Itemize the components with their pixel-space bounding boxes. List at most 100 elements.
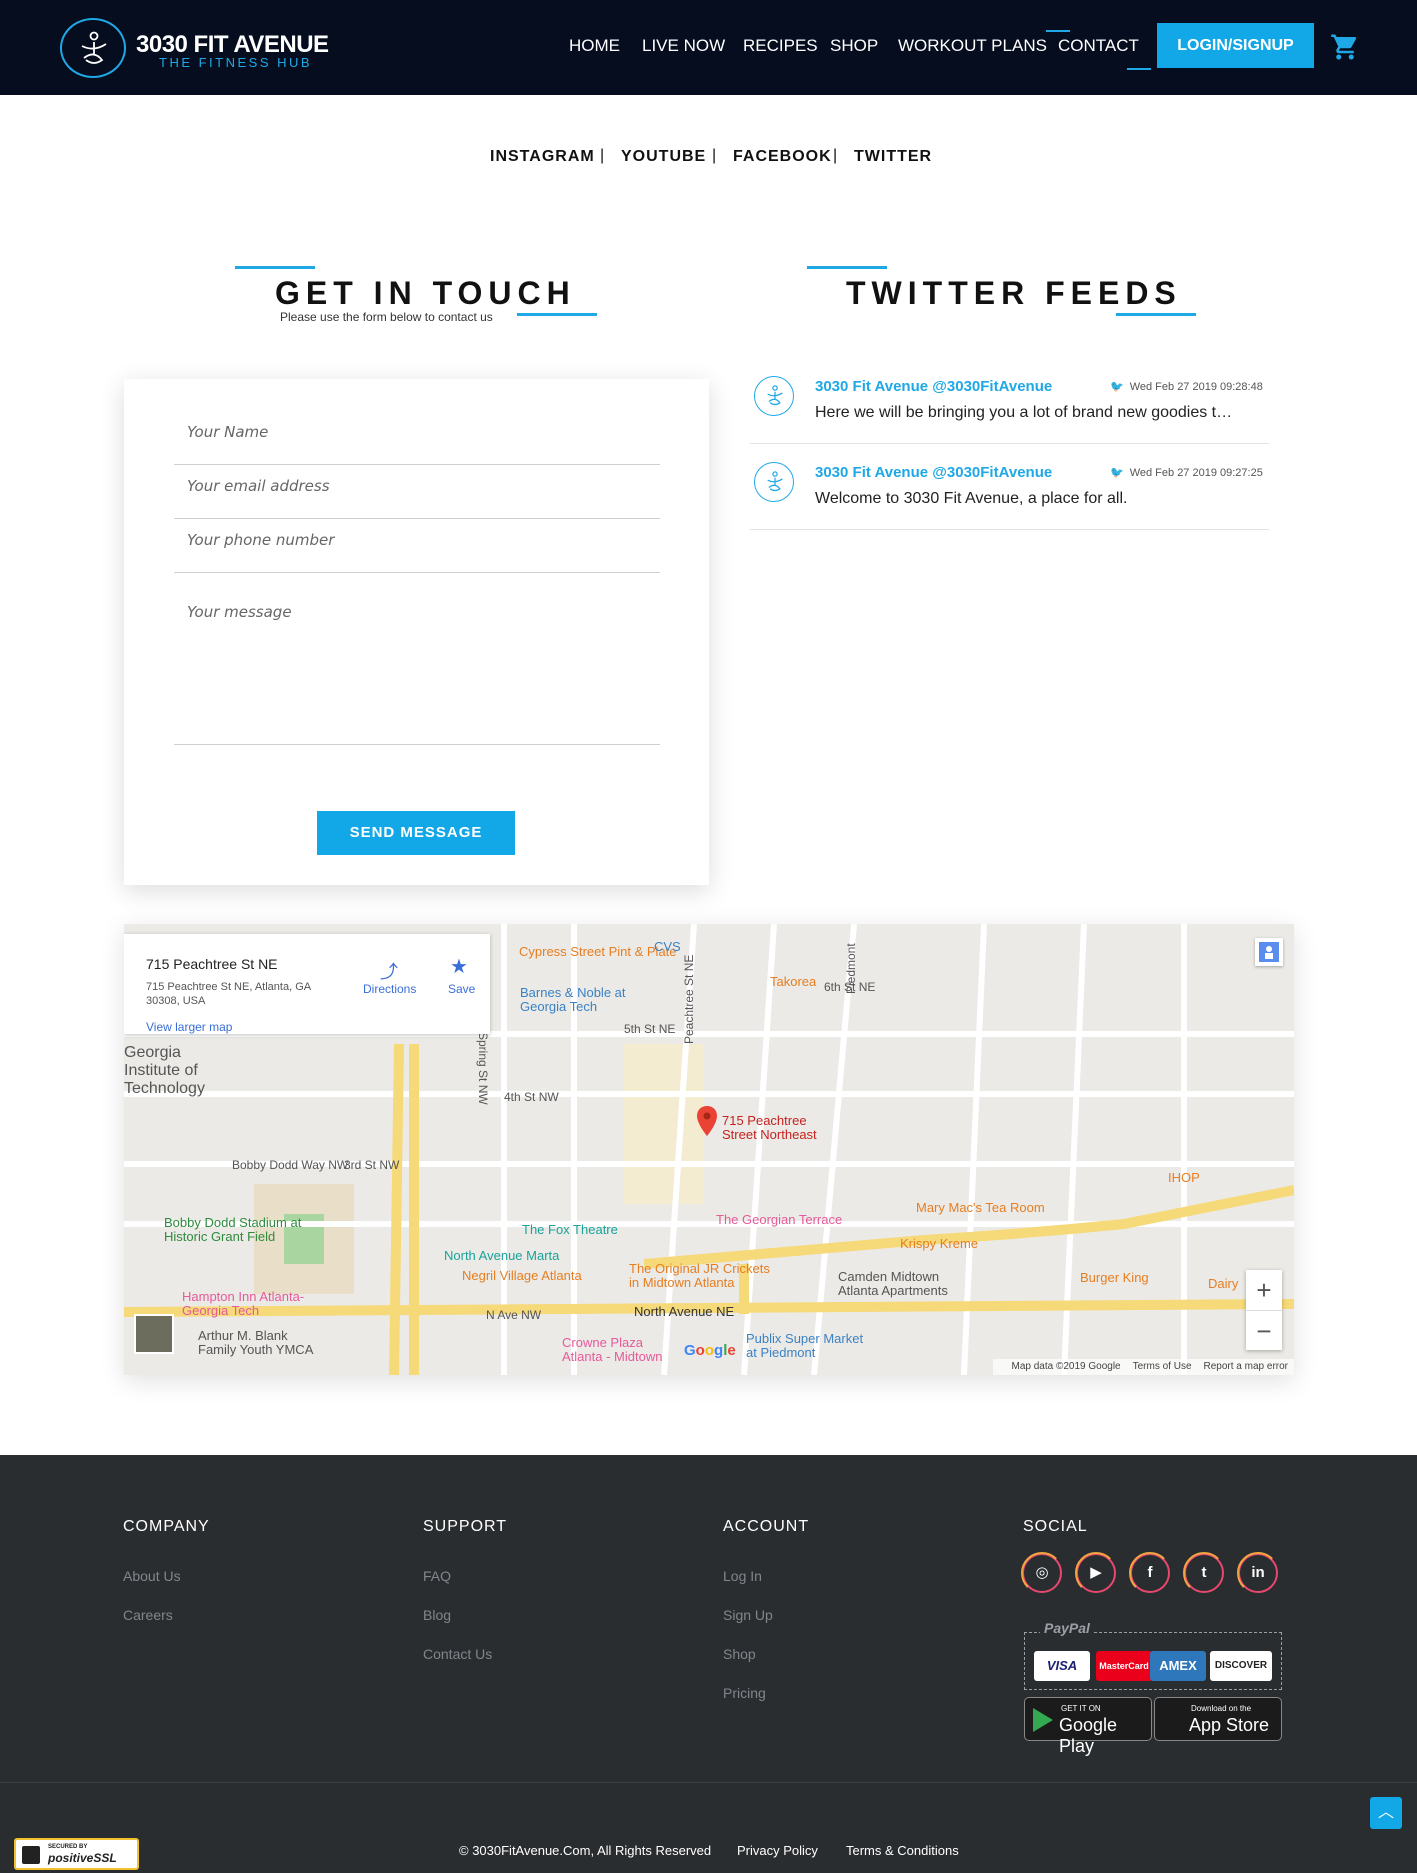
save-link[interactable]: Save [448, 982, 475, 996]
facebook-icon[interactable]: f [1130, 1553, 1170, 1593]
footer-link-about[interactable]: About Us [123, 1568, 181, 1584]
poi-label[interactable]: Publix Super Market at Piedmont [746, 1332, 866, 1360]
twitter-icon[interactable]: t [1184, 1553, 1224, 1593]
tweet-item[interactable]: 3030 Fit Avenue @3030FitAvenue 🐦 Wed Feb … [750, 444, 1269, 530]
poi-label[interactable]: Takorea [770, 974, 816, 989]
nav-shop[interactable]: SHOP [830, 36, 878, 56]
poi-label[interactable]: Hampton Inn Atlanta-Georgia Tech [182, 1290, 322, 1318]
footer-link-faq[interactable]: FAQ [423, 1568, 451, 1584]
tweet-text: Here we will be bringing you a lot of br… [815, 404, 1233, 421]
satellite-thumbnail[interactable] [134, 1314, 174, 1354]
road-label: North Avenue NE [634, 1304, 735, 1319]
poi-label[interactable]: The Georgian Terrace [716, 1212, 842, 1227]
email-input[interactable] [174, 477, 660, 495]
nav-live-now[interactable]: LIVE NOW [642, 36, 725, 56]
instagram-icon[interactable]: ◎ [1022, 1553, 1062, 1593]
title-accent-line [517, 313, 597, 316]
road-label: Peachtree St NE [682, 954, 696, 1044]
linkedin-icon[interactable]: in [1238, 1553, 1278, 1593]
poi-label[interactable]: Camden Midtown Atlanta Apartments [838, 1270, 968, 1298]
cart-icon[interactable] [1330, 32, 1360, 67]
nav-home[interactable]: HOME [569, 36, 620, 56]
nav-recipes[interactable]: RECIPES [743, 36, 818, 56]
street-view-pegman-icon[interactable] [1255, 938, 1283, 966]
title-accent-line [807, 266, 887, 269]
scroll-to-top-button[interactable]: ︿ [1370, 1797, 1402, 1829]
footer-link-login[interactable]: Log In [723, 1568, 762, 1584]
youtube-icon[interactable]: ▶ [1076, 1553, 1116, 1593]
amex-logo: AMEX [1150, 1651, 1206, 1681]
directions-icon[interactable]: ⤴ [380, 958, 398, 984]
terms-conditions-link[interactable]: Terms & Conditions [846, 1843, 959, 1858]
poi-label[interactable]: Mary Mac's Tea Room [916, 1200, 1045, 1215]
poi-label[interactable]: North Avenue Marta [444, 1248, 559, 1263]
footer-link-blog[interactable]: Blog [423, 1607, 451, 1623]
location-marker-icon[interactable] [697, 1106, 717, 1136]
tweet-item[interactable]: 3030 Fit Avenue @3030FitAvenue 🐦 Wed Feb … [750, 358, 1269, 444]
message-input[interactable] [174, 603, 660, 711]
poi-label[interactable]: The Original JR Crickets in Midtown Atla… [629, 1262, 779, 1290]
nav-workout-plans[interactable]: WORKOUT PLANS [898, 36, 1047, 56]
google-play-icon [1033, 1708, 1053, 1732]
poi-label[interactable]: Crowne Plaza Atlanta - Midtown [562, 1336, 682, 1364]
poi-label[interactable]: Dairy [1208, 1276, 1238, 1291]
nav-contact[interactable]: CONTACT [1046, 30, 1151, 70]
privacy-policy-link[interactable]: Privacy Policy [737, 1843, 818, 1858]
email-field[interactable] [174, 477, 660, 519]
separator: | [833, 147, 838, 164]
message-field[interactable] [174, 603, 660, 745]
social-link-twitter[interactable]: TWITTER [854, 148, 932, 166]
poi-label[interactable]: Burger King [1080, 1270, 1149, 1285]
name-field[interactable] [174, 423, 660, 465]
poi-label[interactable]: Georgia Institute of Technology [124, 1044, 205, 1098]
zoom-in-button[interactable]: + [1246, 1270, 1282, 1310]
poi-label[interactable]: Krispy Kreme [900, 1236, 978, 1251]
footer-link-careers[interactable]: Careers [123, 1607, 173, 1623]
tweet-date-text: Wed Feb 27 2019 09:28:48 [1129, 381, 1263, 393]
contact-title: GET IN TOUCH [275, 275, 576, 311]
footer-bottom-bar: SECURED BY positiveSSL © 3030FitAvenue.C… [0, 1782, 1417, 1873]
view-larger-map-link[interactable]: View larger map [146, 1020, 232, 1034]
poi-label[interactable]: Barnes & Noble at Georgia Tech [520, 986, 640, 1014]
app-store-badge[interactable]: Download on the App Store [1154, 1697, 1282, 1741]
google-play-badge[interactable]: GET IT ON Google Play [1024, 1697, 1152, 1756]
send-message-button[interactable]: SEND MESSAGE [317, 811, 515, 855]
poi-label[interactable]: IHOP [1168, 1170, 1200, 1185]
location-map[interactable]: Cypress Street Pint & Plate CVS Takorea … [124, 924, 1294, 1375]
name-input[interactable] [174, 423, 660, 441]
poi-label[interactable]: Arthur M. Blank Family Youth YMCA [198, 1329, 328, 1357]
zoom-out-button[interactable]: − [1246, 1310, 1282, 1350]
social-link-instagram[interactable]: INSTAGRAM [490, 148, 595, 166]
footer-link-pricing[interactable]: Pricing [723, 1685, 766, 1701]
poi-label[interactable]: CVS [654, 939, 681, 954]
phone-input[interactable] [174, 531, 660, 549]
ssl-badge[interactable]: SECURED BY positiveSSL [14, 1838, 139, 1870]
footer-link-shop[interactable]: Shop [723, 1646, 756, 1662]
tweet-author[interactable]: 3030 Fit Avenue @3030FitAvenue [815, 464, 1052, 481]
report-map-error-link[interactable]: Report a map error [1204, 1361, 1288, 1372]
terms-of-use-link[interactable]: Terms of Use [1133, 1361, 1192, 1372]
social-link-facebook[interactable]: FACEBOOK [733, 148, 832, 166]
map-info-address: 715 Peachtree St NE, Atlanta, GA 30308, … [146, 981, 311, 1007]
save-star-icon[interactable]: ★ [450, 954, 468, 979]
poi-label[interactable]: Cypress Street Pint & Plate [519, 944, 677, 959]
tweet-author[interactable]: 3030 Fit Avenue @3030FitAvenue [815, 378, 1052, 395]
poi-label[interactable]: Negril Village Atlanta [462, 1268, 582, 1283]
footer-link-signup[interactable]: Sign Up [723, 1607, 773, 1623]
poi-label[interactable]: The Fox Theatre [522, 1222, 618, 1237]
site-header: 3030 FIT AVENUE THE FITNESS HUB HOME LIV… [0, 0, 1417, 95]
phone-field[interactable] [174, 531, 660, 573]
road-label: Spring St NW [476, 1032, 490, 1105]
social-link-youtube[interactable]: YOUTUBE [621, 148, 706, 166]
poi-label[interactable]: Bobby Dodd Stadium at Historic Grant Fie… [164, 1216, 314, 1244]
paypal-logo: PayPal [1040, 1620, 1094, 1636]
directions-link[interactable]: Directions [363, 982, 416, 996]
login-signup-button[interactable]: LOGIN/SIGNUP [1157, 23, 1314, 68]
store-big-text: App Store [1189, 1715, 1270, 1735]
map-info-card: 715 Peachtree St NE 715 Peachtree St NE,… [124, 934, 490, 1034]
road-label: Piedmont [844, 943, 858, 994]
logo-icon[interactable] [60, 18, 126, 78]
tweet-avatar-icon [754, 376, 794, 416]
road-label: N Ave NW [486, 1308, 542, 1322]
footer-link-contact[interactable]: Contact Us [423, 1646, 492, 1662]
